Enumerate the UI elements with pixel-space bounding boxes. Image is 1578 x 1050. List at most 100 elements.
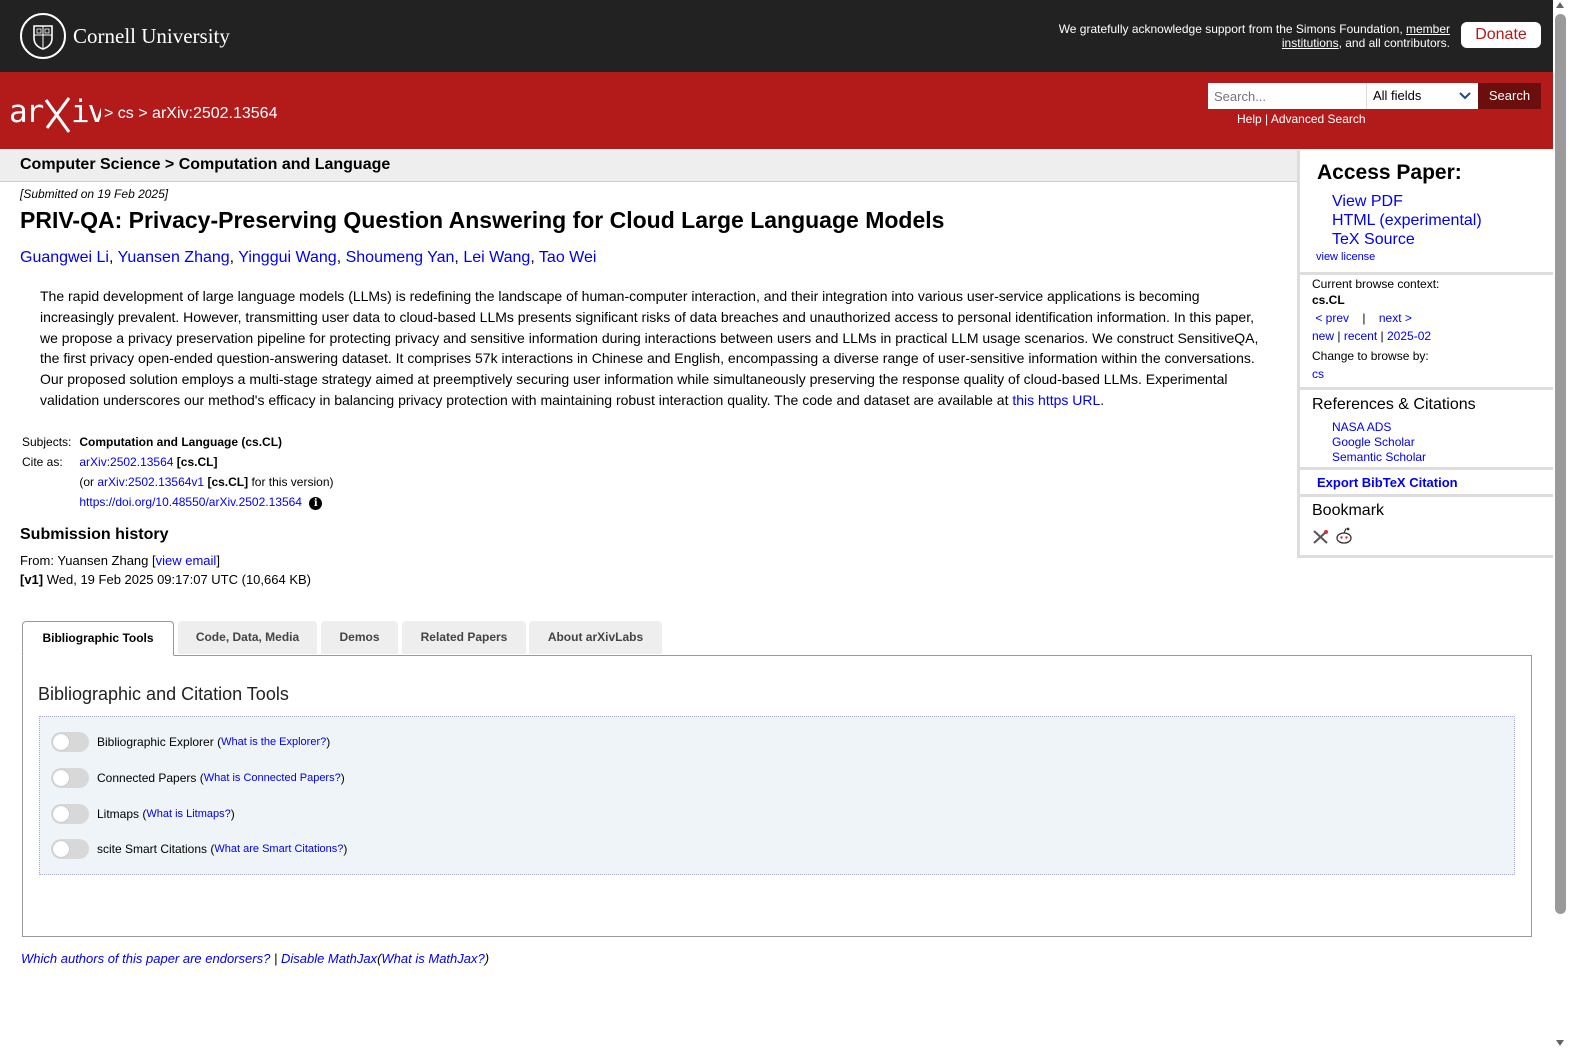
view-license-link[interactable]: view license [1316, 251, 1375, 263]
tab-about-arxivlabs[interactable]: About arXivLabs [529, 621, 662, 654]
paper-title: PRIV-QA: Privacy-Preserving Question Ans… [20, 207, 945, 233]
version-details: Wed, 19 Feb 2025 09:17:07 UTC (10,664 KB… [43, 572, 311, 587]
view-pdf-link[interactable]: View PDF [1332, 193, 1403, 210]
help-link[interactable]: Help [1237, 112, 1262, 126]
tab-code-data-media[interactable]: Code, Data, Media [178, 621, 317, 654]
new-link[interactable]: new [1312, 329, 1334, 343]
export-bibtex-link[interactable]: Export BibTeX Citation [1317, 475, 1458, 490]
from-text: From: Yuansen Zhang [ [20, 553, 156, 568]
nav-sep: | [1337, 329, 1341, 343]
change-browse-label: Change to browse by: [1312, 349, 1429, 363]
scrollbar[interactable] [1553, 0, 1578, 1050]
or-post: for this version) [248, 475, 334, 489]
tab-bibliographic-tools[interactable]: Bibliographic Tools [22, 621, 174, 656]
nasa-ads-link[interactable]: NASA ADS [1332, 420, 1391, 434]
footer-links: Which authors of this paper are endorser… [21, 951, 489, 966]
toggle-knob [53, 841, 69, 857]
tab-demos[interactable]: Demos [321, 621, 398, 654]
toggle-knob [53, 806, 69, 822]
browse-cs-link[interactable]: cs [1312, 367, 1324, 381]
month-link[interactable]: 2025-02 [1387, 329, 1431, 343]
tool-name: Connected Papers [97, 771, 197, 785]
or-pre: (or [79, 475, 98, 489]
context-value: cs.CL [1312, 293, 1345, 307]
bibsonomy-icon[interactable] [1312, 530, 1334, 549]
ack-text: We gratefully acknowledge support from t… [1058, 22, 1406, 36]
recent-link[interactable]: recent [1344, 329, 1377, 343]
tex-source-link[interactable]: TeX Source [1332, 231, 1415, 248]
scroll-down-icon[interactable] [1556, 1040, 1564, 1046]
code-url-link[interactable]: this https URL [1012, 392, 1100, 408]
view-email-link[interactable]: view email [156, 553, 217, 568]
author-list: Guangwei Li, Yuansen Zhang, Yinggui Wang… [20, 249, 597, 266]
cite-id-link[interactable]: arXiv:2502.13564 [79, 455, 173, 469]
abstract: The rapid development of large language … [40, 286, 1262, 411]
access-links: View PDF HTML (experimental) TeX Source [1332, 192, 1482, 249]
cornell-logo[interactable]: Cornell University [20, 13, 230, 59]
category-bar: Computer Science > Computation and Langu… [0, 150, 1297, 182]
semantic-scholar-link[interactable]: Semantic Scholar [1332, 450, 1426, 464]
nav-sep: | [1380, 329, 1384, 343]
endorsers-link[interactable]: Which authors of this paper are endorser… [21, 951, 270, 966]
connected-papers-toggle[interactable] [51, 768, 89, 788]
info-icon[interactable]: i [309, 497, 323, 510]
tool-row: Bibliographic Explorer (What is the Expl… [51, 732, 330, 752]
ack-text-end: , and all contributors. [1338, 36, 1450, 50]
field-select[interactable]: All fields [1366, 83, 1478, 109]
what-is-explorer-link[interactable]: What is the Explorer? [221, 736, 326, 748]
what-is-mathjax-link[interactable]: What is MathJax? [381, 951, 484, 966]
field-select-value: All fields [1373, 88, 1422, 103]
tab-panel: Bibliographic and Citation Tools Bibliog… [22, 655, 1532, 937]
arxiv-logo[interactable]: ar iv [9, 92, 108, 139]
from-end: ] [216, 553, 220, 568]
cornell-banner: Cornell University We gratefully acknowl… [0, 0, 1553, 72]
toggle-knob [53, 734, 69, 750]
advanced-search-link[interactable]: Advanced Search [1271, 112, 1366, 126]
next-link[interactable]: next > [1379, 311, 1412, 325]
google-scholar-link[interactable]: Google Scholar [1332, 435, 1415, 449]
author-link[interactable]: Guangwei Li [20, 249, 109, 266]
sidebar-divider [1300, 272, 1556, 275]
subjects-label: Subjects: [22, 435, 72, 449]
bookmark-heading: Bookmark [1312, 502, 1385, 519]
author-link[interactable]: Tao Wei [539, 249, 597, 266]
scrollbar-thumb[interactable] [1555, 14, 1566, 914]
version-link[interactable]: arXiv:2502.13564v1 [97, 475, 204, 489]
reddit-icon[interactable] [1334, 527, 1354, 549]
author-link[interactable]: Yuansen Zhang [118, 249, 230, 266]
what-is-connected-papers-link[interactable]: What is Connected Papers? [204, 772, 341, 784]
panel-heading: Bibliographic and Citation Tools [38, 684, 289, 704]
author-link[interactable]: Shoumeng Yan [346, 249, 455, 266]
paren-close: ) [484, 951, 490, 966]
scroll-up-icon[interactable] [1556, 2, 1564, 8]
bibliographic-explorer-toggle[interactable] [51, 732, 89, 752]
cite-label: Cite as: [22, 455, 63, 469]
sidebar: Access Paper: View PDF HTML (experimenta… [1297, 150, 1556, 558]
svg-text:iv: iv [71, 94, 101, 130]
version-tag: [cs.CL] [207, 475, 249, 489]
author-link[interactable]: Lei Wang [463, 249, 530, 266]
context-label: Current browse context: [1312, 277, 1440, 291]
acknowledgement: We gratefully acknowledge support from t… [1030, 22, 1450, 50]
tab-related-papers[interactable]: Related Papers [402, 621, 526, 654]
doi-link[interactable]: https://doi.org/10.48550/arXiv.2502.1356… [79, 495, 302, 509]
crumb-cs[interactable]: cs [118, 105, 134, 122]
subjects-value: Computation and Language (cs.CL) [79, 435, 283, 449]
submitted-date: [Submitted on 19 Feb 2025] [20, 187, 169, 201]
tool-row: scite Smart Citations (What are Smart Ci… [51, 839, 347, 859]
scite-toggle[interactable] [51, 839, 89, 859]
footer-sep: | [273, 951, 278, 966]
search-button[interactable]: Search [1478, 83, 1541, 109]
author-link[interactable]: Yinggui Wang [238, 249, 336, 266]
disable-mathjax-link[interactable]: Disable MathJax [281, 951, 377, 966]
search-input[interactable] [1208, 83, 1366, 109]
metadata-table: Subjects: Computation and Language (cs.C… [22, 435, 339, 516]
litmaps-toggle[interactable] [51, 804, 89, 824]
cornell-name: Cornell University [73, 23, 230, 48]
donate-button[interactable]: Donate [1461, 22, 1541, 48]
version-label: [v1] [20, 572, 44, 587]
html-experimental-link[interactable]: HTML (experimental) [1332, 212, 1482, 229]
what-are-smart-citations-link[interactable]: What are Smart Citations? [214, 843, 343, 855]
prev-link[interactable]: < prev [1315, 311, 1349, 325]
what-is-litmaps-link[interactable]: What is Litmaps? [146, 808, 230, 820]
